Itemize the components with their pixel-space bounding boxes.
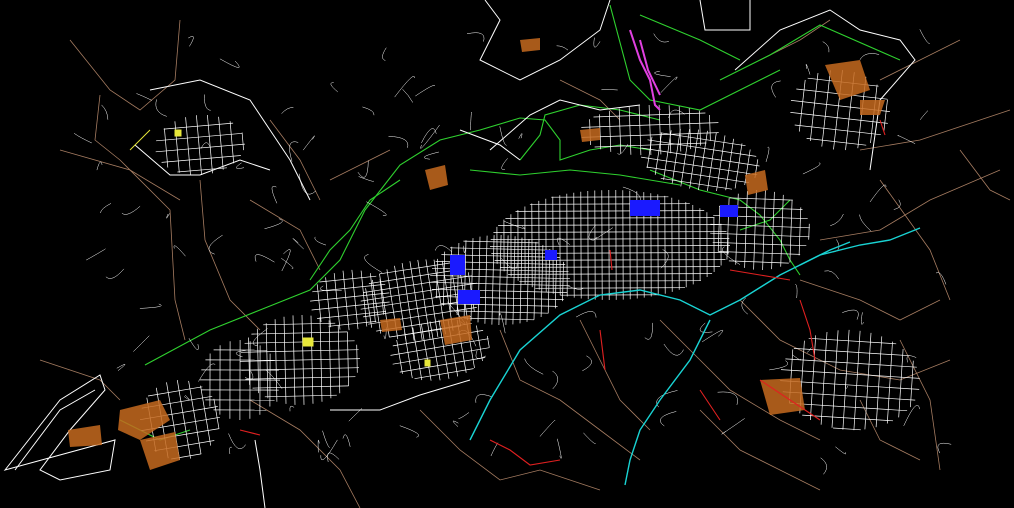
boundary-layer xyxy=(119,4,901,441)
magenta-highlight xyxy=(629,29,661,111)
city-street-map xyxy=(3,0,1011,508)
cad-map-viewport[interactable] xyxy=(0,0,1014,508)
zoning-fills-layer xyxy=(68,38,885,470)
urban-streets-layer xyxy=(73,29,952,475)
